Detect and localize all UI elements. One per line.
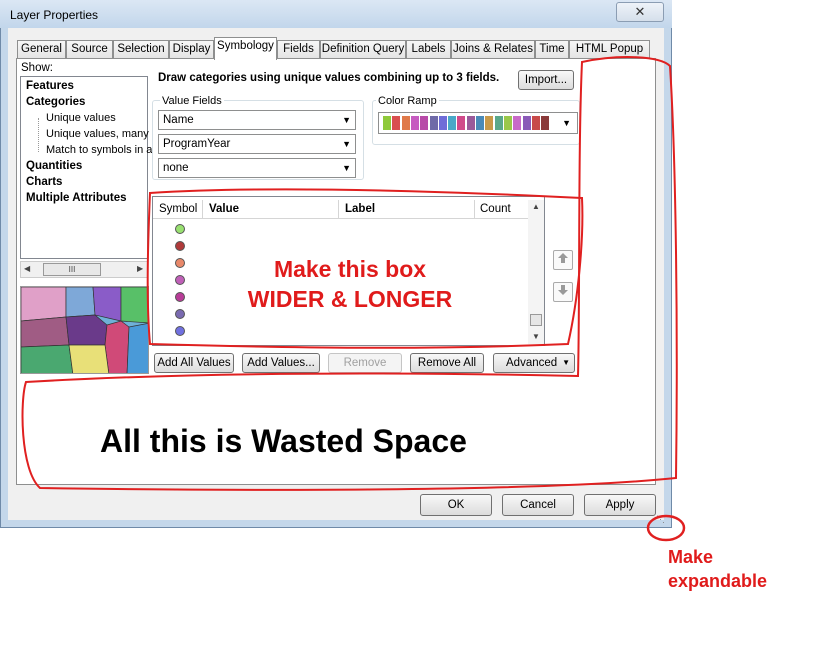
annotation-wasted-space: All this is Wasted Space <box>100 423 467 459</box>
annotation-expand-line1: Make <box>668 547 714 567</box>
annotation-box-note-line2: WIDER & LONGER <box>247 286 453 312</box>
annotation-expand-circle <box>646 514 686 542</box>
annotation-expand-line2: expandable <box>668 571 768 591</box>
annotation-box-note-line1: Make this box <box>273 256 427 282</box>
tab-symbology[interactable]: Symbology <box>214 37 277 60</box>
